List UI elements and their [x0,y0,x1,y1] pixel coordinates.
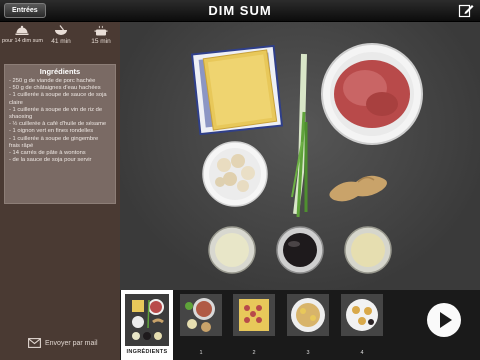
ingredient-item: - 14 carrés de pâte à wontons [9,150,86,157]
edit-icon[interactable] [458,3,474,18]
step-thumb-label: 3 [306,350,310,356]
step-thumb-image [180,294,222,336]
step-thumb-label: 4 [360,350,364,356]
ingredient-item: - 1 oignon vert en fines rondelles [9,128,94,135]
sesame-oil-dish [344,226,392,274]
prep-time-label: 41 min [51,38,71,45]
step-thumb-1[interactable]: 1 [180,294,222,356]
top-bar: Entrées DIM SUM [0,0,480,22]
step-thumb-image [287,294,329,336]
play-icon [427,303,461,337]
step-thumb-image [233,294,275,336]
recipe-meta: pour 14 dim sum 41 min 15 min [0,25,120,51]
email-share-label: Envoyer par mail [45,340,98,347]
envelope-icon [28,338,41,348]
ingredient-item: - 1 cuillerée à soupe de gingembre [9,135,99,142]
step-thumb-image [125,294,169,346]
step-thumb-label: 2 [252,350,256,356]
recipe-sidebar: pour 14 dim sum 41 min 15 min Ingrédient… [0,22,120,360]
cooking-pot-icon [94,25,108,36]
servings-info: pour 14 dim sum [2,25,43,44]
cook-time-label: 15 min [91,38,111,45]
ingredients-title: Ingrédients [39,67,81,76]
ingredient-item: - ½ cuillerée à café d'huile de sésame [9,121,107,128]
ingredient-item: - 1 cuillerée à soupe de vin de riz de [9,106,103,113]
ingredient-item: - 1 cuillerée à soupe de sauce de soja [9,92,107,99]
page-title: DIM SUM [208,3,272,18]
ingredient-item: frais râpé [9,142,34,149]
cook-time-info: 15 min [84,25,118,45]
water-chestnuts-bowl [202,141,268,207]
rice-wine-dish [208,226,256,274]
ingredient-item: - 250 g de viande de porc hachée [9,78,96,84]
step-thumb-4[interactable]: 4 [341,294,383,356]
mixing-bowl-icon [55,25,67,35]
step-thumb-label: 1 [199,350,203,356]
ingredients-panel: Ingrédients - 250 g de viande de porc ha… [4,64,116,204]
minced-pork-bowl [321,43,423,145]
spring-onion [291,53,308,218]
ingredient-item: - 50 g de châtaignes d'eau hachées [9,85,101,92]
ingredients-photo [120,22,480,290]
ingredient-item: claire [9,99,23,106]
wonton-wrappers-plate [190,44,284,136]
servings-label: pour 14 dim sum [2,38,43,44]
step-thumb-ingredients[interactable]: INGRÉDIENTS [121,290,173,360]
step-thumb-image [341,294,383,336]
ingredients-list: - 250 g de viande de porc hachée - 50 g d… [9,78,111,164]
step-thumb-label: INGRÉDIENTS [126,349,168,355]
next-step-button[interactable] [426,302,462,338]
step-thumb-2[interactable]: 2 [233,294,275,356]
step-thumb-3[interactable]: 3 [287,294,329,356]
ginger-root [329,175,387,202]
prep-time-info: 41 min [44,25,78,45]
step-carousel: INGRÉDIENTS 1 2 3 4 [120,290,480,360]
cloche-icon [15,25,29,35]
ingredient-item: - de la sauce de soja pour servir [9,157,92,164]
soy-sauce-dish [276,226,324,274]
